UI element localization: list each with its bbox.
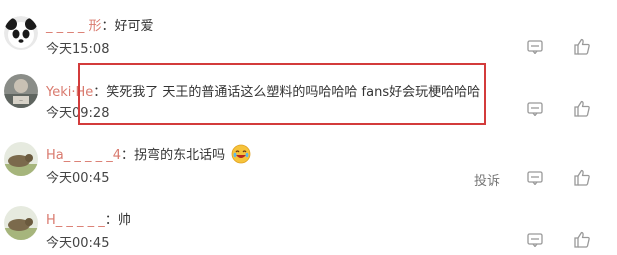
animal-avatar-image [4,142,38,176]
username[interactable]: H_ _ _ _ _ [46,213,105,228]
comment-content: Ha_ _ _ _ _4：拐弯的东北话吗 [46,144,251,168]
photo-avatar-image: ·· [4,74,38,108]
comment-text: 拐弯的东北话吗 [134,148,226,163]
comment-icon[interactable] [527,102,543,116]
avatar[interactable]: ·· [4,74,38,108]
thumbs-up-icon[interactable] [574,231,590,248]
comment-item: Ha_ _ _ _ _4：拐弯的东北话吗 今天00:45 投诉 [0,132,617,192]
avatar[interactable] [4,142,38,176]
comment-icon[interactable] [527,233,543,247]
username[interactable]: Ha_ _ _ _ _4 [46,148,121,163]
comment-content: H_ _ _ _ _：帅 [46,209,131,228]
svg-text:··: ·· [19,98,23,105]
timestamp: 今天00:45 [46,171,110,186]
username[interactable]: _ _ _ _ 形 [46,19,102,34]
comment-icon[interactable] [527,171,543,185]
separator: ： [104,213,118,228]
comment-icon[interactable] [527,40,543,54]
comment-text: 好可爱 [114,19,154,34]
panda-avatar-image [4,16,38,50]
timestamp: 今天00:45 [46,236,110,251]
avatar[interactable] [4,206,38,240]
comment-list: _ _ _ _ 形：好可爱 今天15:08 ·· Yeki·He：笑死我了 天王… [0,0,617,255]
separator: ： [101,19,115,34]
avatar[interactable] [4,16,38,50]
comment-item: _ _ _ _ 形：好可爱 今天15:08 [0,0,617,60]
animal-avatar-image [4,206,38,240]
comment-content: _ _ _ _ 形：好可爱 [46,15,154,34]
thumbs-up-icon[interactable] [574,38,590,55]
thumbs-up-icon[interactable] [574,169,590,186]
timestamp: 今天15:08 [46,42,110,57]
comment-item: H_ _ _ _ _：帅 今天00:45 [0,194,617,255]
thumbs-up-icon[interactable] [574,100,590,117]
report-button[interactable]: 投诉 [474,170,500,189]
highlight-annotation-box [78,63,486,125]
separator: ： [121,148,135,163]
comment-text: 帅 [117,213,131,228]
laughing-crying-emoji [231,144,251,168]
